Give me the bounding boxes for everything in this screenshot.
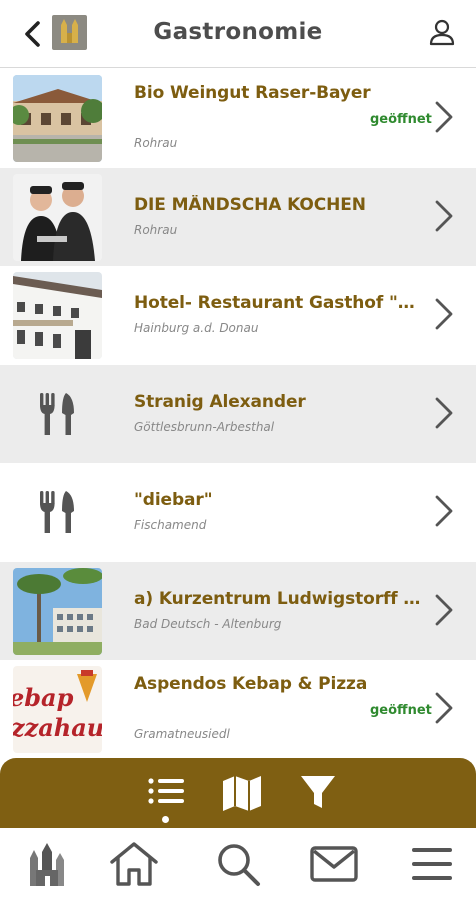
active-view-indicator xyxy=(162,816,169,823)
chevron-right-icon xyxy=(435,692,453,724)
gastronomy-list: Bio Weingut Raser-Bayer geöffnet Rohrau … xyxy=(0,69,476,759)
list-item[interactable]: DIE MÄNDSCHA KOCHEN Rohrau xyxy=(0,167,476,266)
back-button[interactable] xyxy=(20,18,46,50)
chevron-left-icon xyxy=(25,21,40,47)
cutlery-icon xyxy=(40,392,74,435)
map-view-button[interactable] xyxy=(220,772,264,814)
app-header: Gastronomie xyxy=(0,0,476,68)
filter-button[interactable] xyxy=(296,772,340,814)
open-status-badge: geöffnet xyxy=(370,112,432,127)
winery-building-photo xyxy=(13,75,102,162)
list-item[interactable]: Hotel- Restaurant Gasthof "Zu... Hainbur… xyxy=(0,266,476,365)
town-logo-button[interactable] xyxy=(22,840,74,888)
town-logo-icon xyxy=(30,843,64,886)
filter-icon xyxy=(301,776,335,808)
list-item[interactable]: "diebar" Fischamend xyxy=(0,463,476,562)
listing-location: Göttlesbrunn-Arbesthal xyxy=(134,419,275,434)
hotel-facade-photo xyxy=(13,272,102,359)
two-chefs-photo xyxy=(13,173,102,261)
listing-location: Rohrau xyxy=(134,222,178,237)
chevron-right-icon xyxy=(435,298,453,330)
listing-name: "diebar" xyxy=(134,490,213,510)
listing-name: Aspendos Kebap & Pizza xyxy=(134,674,368,694)
listing-name: Stranig Alexander xyxy=(134,391,306,412)
mail-icon xyxy=(310,846,358,882)
user-icon xyxy=(429,19,455,46)
mail-button[interactable] xyxy=(308,840,360,888)
bottom-navigation xyxy=(0,828,476,900)
list-item[interactable]: a) Kurzentrum Ludwigstorff (10... Bad De… xyxy=(0,561,476,660)
menu-button[interactable] xyxy=(406,840,458,888)
chevron-right-icon xyxy=(435,594,453,625)
map-view-icon xyxy=(223,776,261,811)
home-icon xyxy=(110,842,158,886)
list-item[interactable]: Stranig Alexander Göttlesbrunn-Arbesthal xyxy=(0,364,476,463)
listing-location: Rohrau xyxy=(134,136,178,150)
svg-text:ebap: ebap xyxy=(13,683,74,712)
kebap-sign-photo: ebap zzahau xyxy=(13,666,102,753)
listing-name: Bio Weingut Raser-Bayer xyxy=(134,83,371,103)
open-status-badge: geöffnet xyxy=(370,703,432,718)
list-view-button[interactable] xyxy=(144,772,188,814)
chevron-right-icon xyxy=(435,495,453,527)
search-button[interactable] xyxy=(212,840,264,888)
chevron-right-icon xyxy=(435,200,453,231)
list-view-icon xyxy=(148,778,184,804)
listing-location: Hainburg a.d. Donau xyxy=(134,321,259,335)
listing-name: a) Kurzentrum Ludwigstorff (10... xyxy=(134,588,426,609)
page-title: Gastronomie xyxy=(153,19,323,45)
listing-location: Gramatneusiedl xyxy=(134,727,230,741)
spa-resort-photo xyxy=(13,567,102,655)
listing-name: Hotel- Restaurant Gasthof "Zu... xyxy=(134,293,426,313)
svg-text:zzahau: zzahau xyxy=(13,713,102,742)
list-item[interactable]: Bio Weingut Raser-Bayer geöffnet Rohrau xyxy=(0,69,476,168)
menu-icon xyxy=(412,848,452,880)
cutlery-icon xyxy=(40,491,74,533)
app-logo-icon[interactable] xyxy=(52,15,87,50)
chevron-right-icon xyxy=(435,397,453,428)
list-item[interactable]: ebap zzahau Aspendos Kebap & Pizza geöff… xyxy=(0,660,476,759)
listing-location: Fischamend xyxy=(134,518,207,532)
listing-name: DIE MÄNDSCHA KOCHEN xyxy=(134,194,366,215)
view-toolbar xyxy=(0,758,476,828)
chevron-right-icon xyxy=(435,101,453,133)
listing-location: Bad Deutsch - Altenburg xyxy=(134,616,282,631)
home-button[interactable] xyxy=(108,840,160,888)
user-account-button[interactable] xyxy=(428,18,456,48)
search-icon xyxy=(218,844,260,886)
